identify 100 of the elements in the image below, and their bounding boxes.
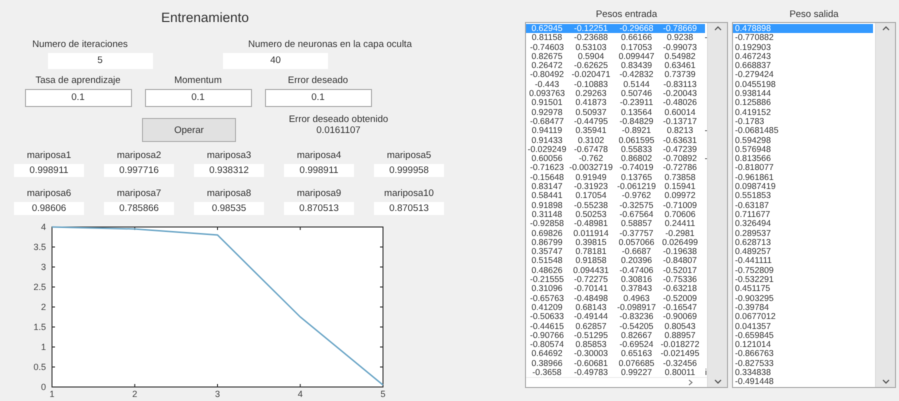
- list-row[interactable]: -0.770882: [733, 33, 873, 43]
- list-row[interactable]: 0.31148 0.50253 -0.67564 0.70606: [526, 210, 705, 220]
- table-cell-text: 0.73739: [663, 70, 697, 80]
- list-row[interactable]: -0.21555 -0.72275 0.30816 -0.75336: [526, 275, 705, 284]
- list-row[interactable]: -0.279424: [733, 70, 873, 80]
- list-row[interactable]: 0.334838: [733, 368, 873, 378]
- list-row[interactable]: 0.0455198: [733, 80, 873, 90]
- list-row[interactable]: -0.752809: [733, 266, 873, 276]
- list-row[interactable]: 0.64692 -0.30003 0.65163 -0.021495: [526, 349, 705, 359]
- list-row[interactable]: -0.659845: [733, 330, 873, 340]
- list-row[interactable]: 0.31096 -0.70141 0.37843 -0.63218: [526, 284, 705, 294]
- list-row[interactable]: -0.63187: [733, 200, 873, 210]
- list-row[interactable]: -0.74603 0.53103 0.17053 -0.99073: [526, 42, 705, 52]
- list-row[interactable]: 0.938144: [733, 89, 873, 98]
- table-cell-text: 0.711677: [735, 210, 772, 220]
- list-row[interactable]: -0.491448: [733, 377, 873, 387]
- list-row[interactable]: -0.68477 -0.44795 -0.84829 -0.13717: [526, 116, 705, 126]
- scroll-down-icon[interactable]: [882, 379, 890, 384]
- vertical-scrollbar[interactable]: [707, 23, 727, 387]
- list-row[interactable]: -0.532291: [733, 275, 873, 284]
- list-row[interactable]: 0.192903: [733, 42, 873, 52]
- list-row[interactable]: 0.326494: [733, 219, 873, 229]
- list-row[interactable]: 0.419152: [733, 108, 873, 117]
- scroll-up-icon[interactable]: [882, 26, 890, 31]
- list-row[interactable]: 0.35747 0.78181 -0.6687 -0.19638: [526, 247, 705, 256]
- list-row[interactable]: -0.818077: [733, 163, 873, 173]
- list-row[interactable]: 0.94119 0.35941 -0.8921 0.8213 -: [526, 126, 705, 136]
- vertical-scrollbar[interactable]: [875, 23, 895, 387]
- list-row[interactable]: 0.60056 -0.762 0.86802 -0.70892 -: [526, 154, 705, 164]
- table-cell-text: -0.71009: [662, 200, 698, 210]
- list-row[interactable]: -0.44615 0.62857 -0.54205 0.80543: [526, 322, 705, 331]
- list-row[interactable]: 0.125886: [733, 98, 873, 108]
- list-row[interactable]: -0.827533: [733, 358, 873, 368]
- list-row[interactable]: 0.594298: [733, 136, 873, 145]
- operate-button[interactable]: Operar: [142, 118, 236, 142]
- list-row[interactable]: -0.441111: [733, 256, 873, 266]
- output-value: 0.998911: [284, 164, 354, 177]
- list-row[interactable]: -0.3658 -0.49783 0.99227 0.80011 i: [526, 368, 705, 378]
- list-row[interactable]: 0.26472 -0.62625 0.83439 0.63461: [526, 61, 705, 70]
- list-row[interactable]: 0.41209 0.68143 -0.098917 -0.16547: [526, 302, 705, 312]
- list-row[interactable]: 0.91433 0.3102 0.061595 -0.63631: [526, 136, 705, 145]
- list-row[interactable]: 0.628713: [733, 238, 873, 248]
- list-row[interactable]: -0.92858 -0.48981 0.58857 0.24411: [526, 219, 705, 229]
- scroll-right-icon[interactable]: [688, 379, 693, 386]
- list-row[interactable]: -0.029249 -0.67478 0.55833 -0.47239: [526, 144, 705, 154]
- list-row[interactable]: -0.866763: [733, 349, 873, 359]
- list-row[interactable]: 0.121014: [733, 340, 873, 350]
- list-row[interactable]: -0.443 -0.10883 0.5144 -0.83113: [526, 80, 705, 90]
- list-row[interactable]: -0.50633 -0.49144 -0.83236 -0.90069: [526, 312, 705, 322]
- table-cell-text: 0.29263: [574, 89, 608, 98]
- list-row[interactable]: 0.92978 0.50937 0.13564 0.60014: [526, 108, 705, 117]
- list-row[interactable]: -0.39784: [733, 302, 873, 312]
- list-row[interactable]: 0.093763 0.29263 0.50746 -0.20043: [526, 89, 705, 98]
- list-row[interactable]: 0.48626 0.094431 -0.47406 -0.52017: [526, 266, 705, 276]
- table-cell-text: -0.60681: [573, 358, 609, 368]
- list-row[interactable]: -0.80574 0.85853 -0.69524 -0.018272: [526, 340, 705, 350]
- input-field[interactable]: 40: [223, 53, 328, 69]
- list-row[interactable]: -0.90766 -0.51295 0.82667 0.88957: [526, 330, 705, 340]
- scroll-down-icon[interactable]: [714, 379, 722, 384]
- list-row[interactable]: 0.489257: [733, 247, 873, 256]
- scroll-up-icon[interactable]: [714, 26, 722, 31]
- table-cell-text: 0.91949: [574, 172, 608, 182]
- list-row[interactable]: 0.551853: [733, 191, 873, 201]
- list-row[interactable]: -0.903295: [733, 294, 873, 303]
- list-row[interactable]: 0.86799 0.39815 0.057066 0.026499: [526, 238, 705, 248]
- table-cell-text: -0.37757: [618, 228, 654, 238]
- list-row[interactable]: 0.711677: [733, 210, 873, 220]
- table-cell-text: -0.49783: [573, 368, 609, 378]
- input-field[interactable]: 5: [48, 53, 152, 69]
- list-row[interactable]: 0.041357: [733, 322, 873, 331]
- input-field[interactable]: 0.1: [144, 89, 252, 107]
- list-row[interactable]: -0.961861: [733, 172, 873, 182]
- list-title: Pesos entrada: [596, 9, 658, 20]
- input-field[interactable]: 0.1: [24, 89, 132, 107]
- list-row[interactable]: -0.1783: [733, 116, 873, 126]
- input-field[interactable]: 0.1: [264, 89, 372, 107]
- list-row[interactable]: 0.451175: [733, 284, 873, 294]
- table-cell-text: 0.64692: [530, 349, 564, 359]
- horizontal-scrollbar[interactable]: [526, 377, 707, 387]
- list-row[interactable]: 0.58441 0.17054 -0.9762 0.09972: [526, 191, 705, 201]
- list-row[interactable]: 0.576948: [733, 144, 873, 154]
- list-row[interactable]: 0.668837: [733, 61, 873, 70]
- list-row[interactable]: 0.289537: [733, 228, 873, 238]
- list-row[interactable]: 0.91898 -0.55238 -0.32575 -0.71009: [526, 200, 705, 210]
- list-row[interactable]: 0.69826 0.011914 -0.37757 -0.2981: [526, 228, 705, 238]
- list-row[interactable]: 0.82675 0.5904 0.099447 0.54982: [526, 52, 705, 62]
- list-row[interactable]: -0.15648 0.91949 0.13765 0.73858: [526, 172, 705, 182]
- list-row[interactable]: 0.83147 -0.31923 -0.061219 0.15941: [526, 182, 705, 192]
- list-row[interactable]: 0.813566: [733, 154, 873, 164]
- list-row[interactable]: 0.91501 0.41873 -0.23911 -0.48026: [526, 98, 705, 108]
- list-row[interactable]: 0.38966 -0.60681 0.076685 -0.32456: [526, 358, 705, 368]
- list-row[interactable]: 0.0677012: [733, 312, 873, 322]
- list-row[interactable]: 0.0987419: [733, 182, 873, 192]
- list-row[interactable]: 0.467243: [733, 52, 873, 62]
- list-row[interactable]: 0.51548 0.91858 0.20396 -0.84807: [526, 256, 705, 266]
- list-row[interactable]: -0.80492 -0.020471 -0.42832 0.73739: [526, 70, 705, 80]
- list-row[interactable]: -0.0681485: [733, 126, 873, 136]
- list-row[interactable]: -0.65763 -0.48498 0.4963 -0.52009: [526, 294, 705, 303]
- list-row[interactable]: -0.71623 -0.0032719 -0.74019 -0.72786: [526, 163, 705, 173]
- list-row[interactable]: 0.81158 -0.23688 0.66166 0.9238 -: [526, 33, 705, 43]
